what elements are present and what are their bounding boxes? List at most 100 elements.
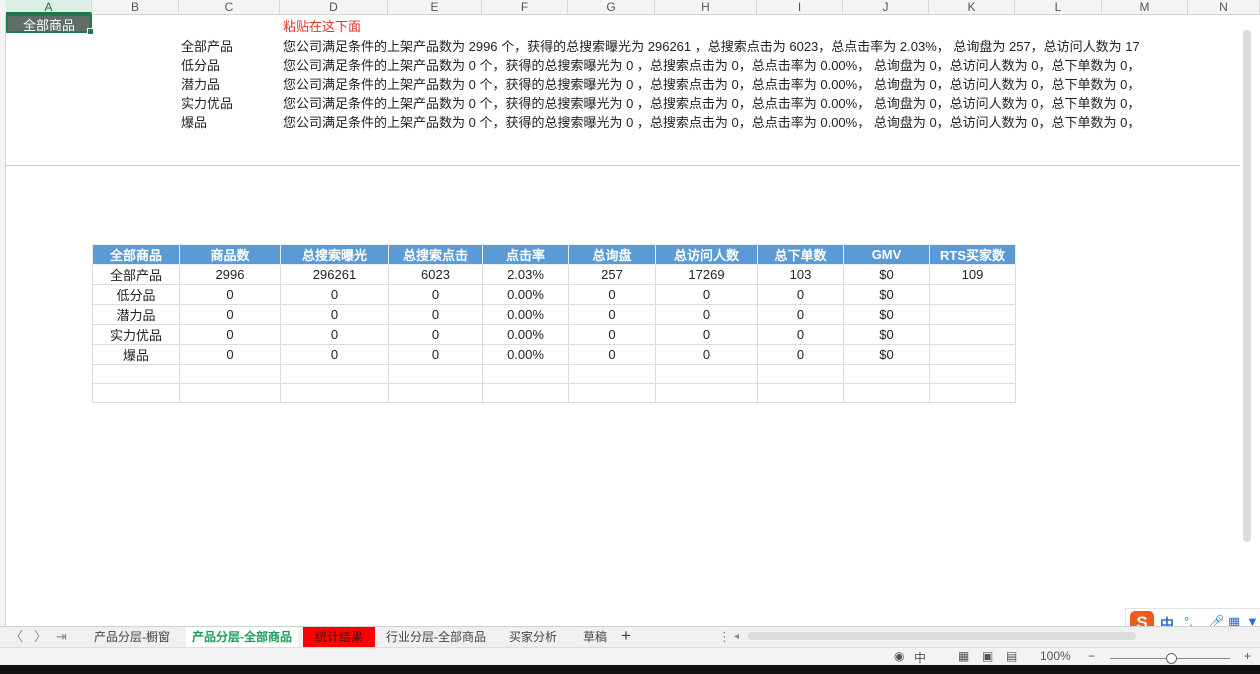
table-header-cell[interactable]: 全部商品 <box>92 244 180 265</box>
summary-text[interactable]: 您公司满足条件的上架产品数为 0 个，获得的总搜索曝光为 0 ，总搜索点击为 0… <box>283 93 1241 112</box>
sheet-tab[interactable]: 行业分层-全部商品 <box>380 627 492 647</box>
summary-label[interactable]: 实力优品 <box>181 93 233 112</box>
column-header-i[interactable]: I <box>757 0 843 14</box>
table-cell[interactable] <box>482 364 569 384</box>
table-cell[interactable] <box>92 383 180 403</box>
table-cell[interactable] <box>92 364 180 384</box>
table-cell[interactable] <box>280 364 389 384</box>
table-cell[interactable]: 109 <box>929 264 1016 285</box>
table-cell[interactable]: 0 <box>388 324 483 345</box>
table-cell[interactable]: 0 <box>179 284 281 305</box>
column-header-n[interactable]: N <box>1188 0 1260 14</box>
table-header-cell[interactable]: 总询盘 <box>568 244 656 265</box>
table-cell[interactable]: $0 <box>843 324 930 345</box>
page-layout-view-icon[interactable]: ▣ <box>982 649 993 663</box>
column-header-c[interactable]: C <box>179 0 280 14</box>
table-cell[interactable]: 0 <box>568 304 656 325</box>
table-cell[interactable]: 0 <box>179 304 281 325</box>
sheet-tab-active[interactable]: 产品分层-全部商品 <box>186 627 298 647</box>
table-cell[interactable]: 0.00% <box>482 324 569 345</box>
table-header-cell[interactable]: 商品数 <box>179 244 281 265</box>
table-cell[interactable]: 0.00% <box>482 344 569 365</box>
table-header-cell[interactable]: 总搜索点击 <box>388 244 483 265</box>
column-header-g[interactable]: G <box>568 0 655 14</box>
table-header-cell[interactable]: GMV <box>843 244 930 265</box>
table-cell[interactable] <box>929 344 1016 365</box>
horizontal-scrollbar[interactable] <box>748 632 1136 640</box>
table-cell[interactable]: 2.03% <box>482 264 569 285</box>
table-cell[interactable]: 0 <box>280 284 389 305</box>
fill-handle[interactable] <box>87 28 94 35</box>
first-sheet-icon[interactable]: 〈 <box>10 627 23 647</box>
table-cell[interactable]: 0 <box>388 284 483 305</box>
vertical-scrollbar[interactable] <box>1243 30 1251 542</box>
table-cell[interactable]: 0 <box>568 344 656 365</box>
summary-label[interactable]: 低分品 <box>181 55 220 74</box>
view-mode-indicator[interactable]: 中 <box>914 649 926 666</box>
table-cell[interactable] <box>179 364 281 384</box>
table-header-cell[interactable]: RTS买家数 <box>929 244 1016 265</box>
summary-label[interactable]: 潜力品 <box>181 74 220 93</box>
table-cell[interactable]: 0 <box>655 324 758 345</box>
table-cell[interactable] <box>929 304 1016 325</box>
table-cell[interactable] <box>179 383 281 403</box>
table-cell[interactable] <box>929 364 1016 384</box>
column-header-d[interactable]: D <box>280 0 388 14</box>
table-cell[interactable] <box>655 383 758 403</box>
column-header-j[interactable]: J <box>843 0 929 14</box>
table-cell[interactable]: 6023 <box>388 264 483 285</box>
table-cell[interactable] <box>929 284 1016 305</box>
column-header-k[interactable]: K <box>929 0 1015 14</box>
table-cell[interactable]: $0 <box>843 304 930 325</box>
table-cell[interactable]: 0 <box>757 284 844 305</box>
table-header-cell[interactable]: 点击率 <box>482 244 569 265</box>
summary-text[interactable]: 您公司满足条件的上架产品数为 0 个，获得的总搜索曝光为 0 ，总搜索点击为 0… <box>283 112 1241 131</box>
table-cell[interactable]: 0 <box>655 344 758 365</box>
table-cell[interactable]: 0 <box>179 324 281 345</box>
table-cell[interactable]: 0 <box>280 324 389 345</box>
eye-protection-icon[interactable]: ◉ <box>894 649 904 663</box>
sheet-tab[interactable]: 草稿 <box>574 627 616 647</box>
table-cell[interactable]: 257 <box>568 264 656 285</box>
table-cell[interactable]: 0 <box>280 344 389 365</box>
table-cell[interactable]: $0 <box>843 344 930 365</box>
table-header-cell[interactable]: 总下单数 <box>757 244 844 265</box>
table-cell[interactable]: 0 <box>655 304 758 325</box>
next-sheet-icon[interactable]: 〉 <box>34 627 47 647</box>
selected-cell-a1[interactable]: 全部商品 <box>6 14 94 35</box>
table-cell[interactable]: 0.00% <box>482 284 569 305</box>
sheet-tab[interactable]: 买家分析 <box>500 627 566 647</box>
table-cell[interactable]: 潜力品 <box>92 304 180 325</box>
summary-label[interactable]: 爆品 <box>181 112 207 131</box>
column-header-b[interactable]: B <box>92 0 179 14</box>
table-cell[interactable]: $0 <box>843 264 930 285</box>
table-cell[interactable] <box>757 383 844 403</box>
table-cell[interactable]: 0 <box>568 284 656 305</box>
table-cell[interactable] <box>655 364 758 384</box>
table-cell[interactable]: 低分品 <box>92 284 180 305</box>
summary-text[interactable]: 您公司满足条件的上架产品数为 2996 个，获得的总搜索曝光为 296261 ，… <box>283 36 1241 55</box>
zoom-out-button[interactable]: − <box>1088 649 1095 663</box>
table-cell[interactable] <box>482 383 569 403</box>
summary-text[interactable]: 您公司满足条件的上架产品数为 0 个，获得的总搜索曝光为 0 ，总搜索点击为 0… <box>283 74 1241 93</box>
table-cell[interactable] <box>757 364 844 384</box>
sheet-tab-highlighted[interactable]: 统计结果 <box>303 627 375 647</box>
column-header-h[interactable]: H <box>655 0 757 14</box>
table-cell[interactable]: 0 <box>280 304 389 325</box>
table-cell[interactable]: 0 <box>388 344 483 365</box>
table-cell[interactable] <box>843 364 930 384</box>
table-cell[interactable]: 全部产品 <box>92 264 180 285</box>
table-cell[interactable]: 0.00% <box>482 304 569 325</box>
table-cell[interactable]: 0 <box>757 304 844 325</box>
table-cell[interactable] <box>929 324 1016 345</box>
column-header-l[interactable]: L <box>1015 0 1102 14</box>
table-cell[interactable]: 0 <box>757 324 844 345</box>
summary-text[interactable]: 您公司满足条件的上架产品数为 0 个，获得的总搜索曝光为 0 ，总搜索点击为 0… <box>283 55 1241 74</box>
table-cell[interactable] <box>929 383 1016 403</box>
table-cell[interactable]: 2996 <box>179 264 281 285</box>
table-cell[interactable] <box>388 383 483 403</box>
table-cell[interactable]: $0 <box>843 284 930 305</box>
table-cell[interactable]: 0 <box>655 284 758 305</box>
column-header-e[interactable]: E <box>388 0 482 14</box>
table-cell[interactable]: 0 <box>179 344 281 365</box>
